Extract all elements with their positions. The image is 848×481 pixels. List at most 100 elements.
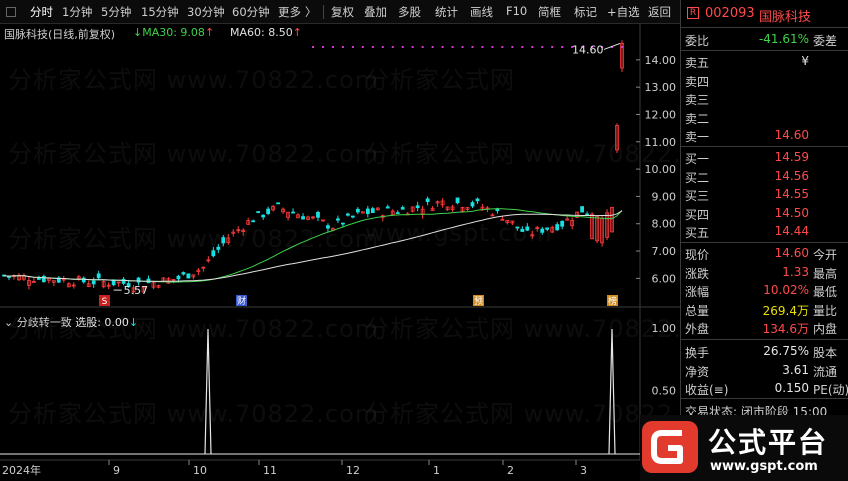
row-label: 买四 — [685, 207, 710, 222]
row-label: 换手 — [685, 346, 710, 360]
row-value: 14.60 — [774, 128, 809, 143]
quote-row: 总量 269.4万 量比 — [681, 300, 848, 319]
row-value: 14.59 — [774, 150, 809, 164]
row-label-2: 最低 — [813, 285, 838, 300]
ma30-line — [3, 208, 623, 283]
indicator-tick-label: 0.50 — [652, 385, 677, 398]
ma60-line — [3, 210, 623, 282]
tab-60min[interactable]: 60分钟 — [232, 4, 270, 20]
restore-rights-button[interactable]: 复权 — [331, 4, 354, 20]
candle-body — [276, 202, 281, 205]
high-pointer — [603, 42, 621, 50]
draw-line-button[interactable]: 画线 — [470, 4, 493, 20]
row-label: 涨跌 — [685, 266, 710, 281]
bid-row: 买三 14.55 — [681, 185, 848, 204]
signal-marker — [361, 46, 364, 48]
weibi-row: 委比 -41.61% 委差 — [685, 32, 838, 48]
candle-body — [415, 205, 420, 209]
overlay-button[interactable]: 叠加 — [364, 4, 387, 20]
tab-30min[interactable]: 30分钟 — [187, 4, 225, 20]
time-tick-label: 10 — [193, 464, 207, 477]
simple-frame-button[interactable]: 简框 — [538, 4, 561, 20]
multi-stock-button[interactable]: 多股 — [398, 4, 421, 20]
row-value: 10.02% — [763, 283, 809, 298]
row-label-2: 今开 — [813, 248, 838, 262]
row-label: 买三 — [685, 189, 710, 204]
row-value: 26.75% — [763, 344, 809, 358]
row-value: 14.56 — [774, 168, 809, 183]
stats-button[interactable]: 统计 — [435, 4, 458, 20]
tab-5min[interactable]: 5分钟 — [101, 4, 131, 20]
signal-marker — [521, 46, 524, 48]
row-value: 1.33 — [782, 264, 809, 279]
quote-panel: R 002093 国脉科技 委比 -41.61% 委差 卖五 ¥ 卖四 卖三 卖二 卖一 1… — [680, 0, 848, 481]
signal-marker — [421, 46, 424, 48]
indicator-name: 分歧转一致 — [16, 316, 72, 329]
time-tick-label: 12 — [346, 464, 360, 477]
candle-body — [186, 273, 191, 279]
ask-row: 卖四 — [681, 71, 848, 90]
collapse-icon[interactable]: ⌄ — [4, 316, 13, 329]
signal-marker — [391, 46, 394, 48]
add-watchlist-button[interactable]: +自选 — [607, 4, 640, 20]
candle-body — [355, 208, 360, 213]
candle-body — [470, 202, 475, 207]
tab-15min[interactable]: 15分钟 — [141, 4, 179, 20]
kline-chart[interactable]: 分析家公式网 www.70822.com 分析家公式网 分析家公式网 www.7… — [0, 24, 735, 481]
tab-more[interactable]: 更多 — [278, 4, 301, 20]
row-label: 净资 — [685, 364, 710, 379]
rights-badge: R — [687, 7, 699, 19]
low-label: 5.57 — [124, 284, 149, 297]
f10-button[interactable]: F10 — [506, 4, 527, 18]
price-tick-label: 8.00 — [652, 218, 677, 231]
candle-body — [400, 207, 405, 210]
arrow-down-icon: ↓ — [133, 26, 143, 39]
price-tick-label: 10.00 — [645, 163, 677, 176]
indicator-spike — [608, 328, 616, 455]
arrow-up-icon: ↑ — [204, 26, 215, 39]
time-tick-label: 1 — [433, 464, 440, 477]
chevron-right-icon[interactable]: 〉 — [305, 4, 317, 20]
arrow-up-icon: ↑ — [292, 26, 302, 39]
signal-marker — [312, 46, 314, 48]
row-label-2: 流通 — [813, 364, 838, 379]
menu-icon[interactable] — [6, 7, 16, 17]
signal-marker — [441, 46, 444, 48]
signal-marker — [561, 46, 564, 48]
signal-marker — [341, 46, 344, 48]
signal-marker — [321, 46, 324, 48]
signal-marker — [531, 46, 534, 48]
ma60-legend: MA60: 8.50↑ — [230, 26, 302, 39]
ask-row: 卖一 14.60 — [681, 126, 848, 145]
row-label: 收益(≡) — [685, 383, 729, 398]
candle-body — [525, 226, 530, 231]
signal-marker — [381, 46, 384, 48]
candle-body — [370, 208, 375, 213]
tab-timeshare[interactable]: 分时 — [30, 4, 53, 20]
ask-row: 卖三 — [681, 89, 848, 108]
row-label: 卖三 — [685, 93, 710, 108]
candle-body — [301, 216, 305, 220]
price-tick-label: 13.00 — [645, 81, 677, 94]
back-button[interactable]: 返回 — [648, 4, 671, 20]
row-value: 14.55 — [774, 187, 809, 202]
stock-name: 国脉科技 — [759, 10, 812, 25]
row-label: 卖四 — [685, 74, 710, 89]
fin-row: 净资 3.61 流通 — [681, 361, 848, 380]
signal-marker — [481, 46, 484, 48]
price-tick-label: 7.00 — [652, 245, 677, 258]
quote-row: 外盘 134.6万 内盘 — [681, 318, 848, 337]
tab-1min[interactable]: 1分钟 — [62, 4, 92, 20]
indicator-tick-label: 1.00 — [652, 322, 677, 335]
quote-row: 现价 14.60 今开 — [681, 244, 848, 263]
gspt-logo-icon — [642, 421, 698, 473]
price-tick-label: 12.00 — [645, 108, 677, 121]
quote-row: 涨跌 1.33 最高 — [681, 263, 848, 282]
row-label-2: 量比 — [813, 303, 838, 318]
arrow-down-icon: ↓ — [128, 316, 139, 329]
row-value: 0.150 — [774, 381, 809, 396]
brand-name: 公式平台 — [708, 426, 829, 459]
row-label: 买一 — [685, 152, 710, 166]
mark-button[interactable]: 标记 — [574, 4, 597, 20]
candle-body — [316, 211, 320, 218]
